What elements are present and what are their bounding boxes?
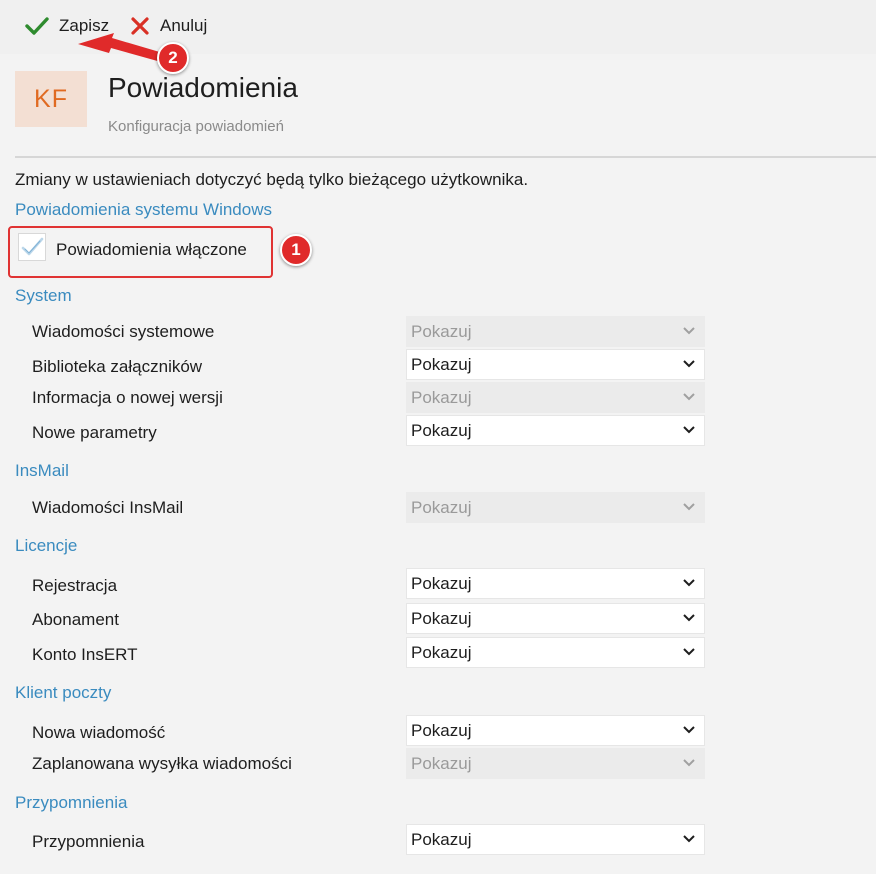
row-label-new-version-info: Informacja o nowej wersji [32,388,223,407]
row-label-system-messages: Wiadomości systemowe [32,322,215,341]
chevron-down-icon [683,579,695,587]
checkmark-icon [25,17,49,35]
chevron-down-icon [683,759,695,767]
page-subtitle: Konfiguracja powiadomień [108,118,284,135]
section-heading-windows: Powiadomienia systemu Windows [15,200,272,219]
save-button-label: Zapisz [59,16,110,35]
chevron-down-icon [683,835,695,843]
cancel-button-label: Anuluj [160,16,208,35]
row-label-subscription: Abonament [32,610,119,629]
header-divider [15,156,876,158]
row-label-registration: Rejestracja [32,576,118,595]
chevron-down-icon [683,614,695,622]
select-value: Pokazuj [411,355,472,374]
row-label-insert-account: Konto InsERT [32,645,138,664]
select-scheduled-sending: Pokazuj [406,748,705,779]
select-new-version-info: Pokazuj [406,382,705,413]
chevron-down-icon [683,426,695,434]
select-insert-account[interactable]: Pokazuj [406,637,705,668]
select-subscription[interactable]: Pokazuj [406,603,705,634]
checkmark-icon [21,237,44,256]
select-registration[interactable]: Pokazuj [406,568,705,599]
row-label-attachments-library: Biblioteka załączników [32,357,203,376]
select-value: Pokazuj [411,421,472,440]
row-label-insmail-messages: Wiadomości InsMail [32,498,184,517]
chevron-down-icon [683,360,695,368]
row-label-reminders: Przypomnienia [32,832,145,851]
select-value: Pokazuj [411,498,472,517]
cancel-button[interactable]: Anuluj [130,12,207,40]
chevron-down-icon [683,726,695,734]
select-new-message[interactable]: Pokazuj [406,715,705,746]
select-value: Pokazuj [411,388,472,407]
select-new-parameters[interactable]: Pokazuj [406,415,705,446]
info-text: Zmiany w ustawieniach dotyczyć będą tylk… [15,170,529,189]
chevron-down-icon [683,503,695,511]
section-heading-mail-client: Klient poczty [15,683,112,702]
select-value: Pokazuj [411,609,472,628]
select-value: Pokazuj [411,643,472,662]
close-icon [131,17,149,35]
select-reminders[interactable]: Pokazuj [406,824,705,855]
select-value: Pokazuj [411,574,472,593]
select-value: Pokazuj [411,830,472,849]
notifications-enabled-label: Powiadomienia włączone [56,240,247,259]
row-label-scheduled-sending: Zaplanowana wysyłka wiadomości [32,754,292,773]
save-button[interactable]: Zapisz [25,12,109,40]
page-title: Powiadomienia [108,72,298,103]
annotation-marker-2-text: 2 [168,48,178,67]
select-insmail-messages: Pokazuj [406,492,705,523]
select-system-messages: Pokazuj [406,316,705,347]
annotation-marker-2: 2 [157,42,189,74]
module-logo-text: KF [34,84,68,113]
select-value: Pokazuj [411,721,472,740]
select-value: Pokazuj [411,322,472,341]
select-attachments-library[interactable]: Pokazuj [406,349,705,380]
row-label-new-message: Nowa wiadomość [32,723,166,742]
module-logo: KF [15,71,87,127]
chevron-down-icon [683,393,695,401]
section-heading-licenses: Licencje [15,536,78,555]
section-heading-reminders: Przypomnienia [15,793,128,812]
row-label-new-parameters: Nowe parametry [32,423,157,442]
notifications-enabled-checkbox[interactable] [18,233,46,261]
annotation-marker-1: 1 [280,234,312,266]
toolbar: Zapisz Anuluj [0,0,876,54]
chevron-down-icon [683,327,695,335]
section-heading-system: System [15,286,72,305]
select-value: Pokazuj [411,754,472,773]
section-heading-insmail: InsMail [15,461,69,480]
chevron-down-icon [683,648,695,656]
annotation-marker-1-text: 1 [291,240,301,259]
